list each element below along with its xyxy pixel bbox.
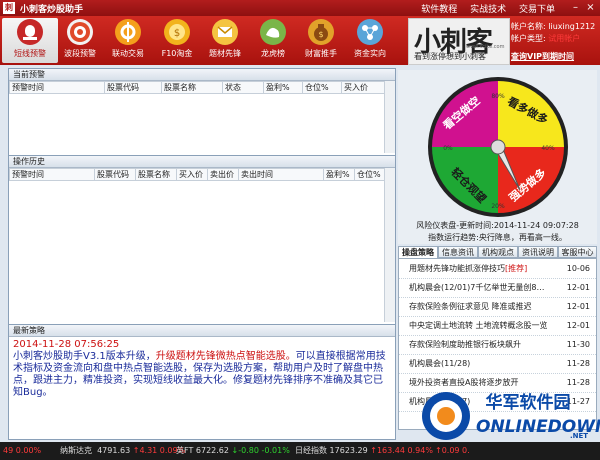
list-item[interactable]: 存款保险制度助推银行板块飙升 11-30: [399, 335, 596, 355]
dragon-icon: [260, 19, 286, 45]
history-title: 操作历史: [9, 156, 395, 168]
alarm-icon: [17, 19, 43, 45]
menu-tech[interactable]: 实战技术: [470, 5, 506, 15]
gauge-info: 风险仪表盘-更新时间:2014-11-24 09:07:28 指数运行趋势:央行…: [416, 221, 579, 242]
tab-info[interactable]: 信息资讯: [438, 246, 478, 258]
current-alerts-title: 当前预警: [9, 69, 395, 81]
svg-text:$: $: [318, 30, 323, 39]
status-bar: 49 0.00% 纳斯达克 4791.63 ↑4.31 0.09% 英FT 67…: [0, 442, 600, 460]
news-log-title: 最新策略: [9, 325, 395, 337]
risk-gauge: 看多做多 强势做多 轻仓观望 看空做空 80% 40% 0% 20%: [428, 77, 568, 217]
list-item[interactable]: 中央定调土地流转 土地流转概念股一览 12-01: [399, 316, 596, 336]
tab-strategy[interactable]: 操盘策略: [398, 246, 438, 258]
news-log-highlight: 升级题材先锋微热点智能选股。: [155, 351, 296, 362]
account-info: 帐户名称: liuxing1212 帐户类型: 试用帐户: [511, 22, 596, 43]
history-panel: 操作历史 预警时间 股票代码 股票名称 买入价 卖出价 卖出时间 盈利% 仓位%: [8, 155, 396, 325]
tab-explain[interactable]: 资讯说明: [518, 246, 558, 258]
account-name: liuxing1212: [548, 22, 596, 31]
watermark-logo: 华军软件园 ONLINEDOWN .NET: [418, 388, 600, 442]
table-header-row: 预警时间 股票代码 股票名称 状态 盈利% 仓位% 买入价: [9, 81, 391, 94]
list-item[interactable]: 机构晨会(11/28) 11-28: [399, 354, 596, 374]
right-tabs: 操盘策略 信息资讯 机构观点 资讯说明 客服中心: [398, 246, 597, 258]
toolbar-short-alert-button[interactable]: 短线预警: [2, 18, 58, 63]
toolbar: 短线预警 波段预警 联动交易 $ F10淘金 题材先锋 龙虎榜 $ 财富推手 资…: [0, 16, 600, 65]
gauge-pct-top: 80%: [491, 93, 505, 100]
gauge-trend-status: 央行降息，再看高一线。: [478, 233, 567, 242]
list-item[interactable]: 存款保险条例征求意见 降准或推迟 12-01: [399, 297, 596, 317]
gauge-update-time: 2014-11-24 09:07:28: [493, 221, 579, 230]
link-icon: [115, 19, 141, 45]
tab-service[interactable]: 客服中心: [558, 246, 597, 258]
close-icon[interactable]: ×: [584, 1, 597, 14]
list-item[interactable]: 机构晨会(12/01)7千亿举世无量创8… 12-01: [399, 278, 596, 298]
watermark-suffix: .NET: [570, 432, 588, 440]
history-table: 预警时间 股票代码 股票名称 买入价 卖出价 卖出时间 盈利% 仓位%: [9, 168, 386, 181]
gauge-pct-right: 40%: [541, 145, 555, 152]
news-log-text: 2014-11-28 07:56:25 小刺客炒股助手V3.1版本升级，升级题材…: [9, 337, 395, 401]
app-icon: 刺: [3, 2, 15, 14]
scrollbar[interactable]: [384, 168, 395, 322]
menu-trade[interactable]: 交易下单: [519, 5, 555, 15]
svg-text:$: $: [174, 28, 180, 39]
toolbar-link-trade-button[interactable]: 联动交易: [100, 18, 156, 63]
brand-domain: www.xcike.com: [466, 44, 505, 50]
target-icon: [67, 19, 93, 45]
news-log-time: 2014-11-28 07:56:25: [13, 339, 120, 350]
list-item[interactable]: 用题材先锋功能抓涨停技巧[推荐] 10-06: [399, 259, 596, 279]
risk-gauge-panel: 看多做多 强势做多 轻仓观望 看空做空 80% 40% 0% 20%: [398, 70, 597, 244]
news-log-intro: 小刺客炒股助手V3.1版本升级，: [13, 351, 156, 362]
ticker-0: 49 0.00%: [3, 446, 42, 455]
menu-tutorial[interactable]: 软件教程: [421, 5, 457, 15]
gauge-hub: [490, 139, 506, 155]
table-header-row: 预警时间 股票代码 股票名称 买入价 卖出价 卖出时间 盈利% 仓位%: [9, 168, 386, 181]
tab-institution[interactable]: 机构观点: [478, 246, 518, 258]
toolbar-wealth-button[interactable]: $ 财富推手: [293, 18, 349, 63]
account-type: 试用帐户: [548, 34, 581, 43]
network-icon: [357, 19, 383, 45]
ticker-last: ↑0.09 0.: [435, 446, 470, 455]
toolbar-capital-button[interactable]: 资金实向: [342, 18, 398, 63]
gauge-pct-bottom: 20%: [491, 203, 505, 210]
vip-expiry-link[interactable]: 查询VIP到期时间: [511, 51, 574, 62]
ticker-ftse: 英FT 6722.62 ↓-0.80 -0.01%: [176, 446, 290, 455]
watermark-cn: 华军软件园: [486, 392, 571, 413]
ticker-nasdaq: 纳斯达克 4791.63 ↑4.31 0.09%: [60, 446, 186, 455]
money-bag-icon: $: [308, 19, 334, 45]
news-log-panel: 最新策略 2014-11-28 07:56:25 小刺客炒股助手V3.1版本升级…: [8, 324, 396, 440]
current-alerts-panel: 当前预警 预警时间 股票代码 股票名称 状态 盈利% 仓位% 买入价: [8, 68, 396, 156]
scrollbar[interactable]: [384, 81, 395, 153]
minimize-icon[interactable]: –: [569, 1, 582, 14]
current-alerts-table: 预警时间 股票代码 股票名称 状态 盈利% 仓位% 买入价: [9, 81, 391, 94]
coin-icon: $: [164, 19, 190, 45]
mail-icon: [212, 19, 238, 45]
brand-slogan: 看到涨停想到小刺客: [414, 52, 486, 61]
gauge-pct-left: 0%: [443, 145, 453, 152]
title-menu: 软件教程 实战技术 交易下单: [411, 2, 555, 15]
ticker-nikkei: 日经指数 17623.29 ↑163.44 0.94%: [295, 446, 433, 455]
window-title: 小刺客炒股助手: [20, 5, 84, 15]
